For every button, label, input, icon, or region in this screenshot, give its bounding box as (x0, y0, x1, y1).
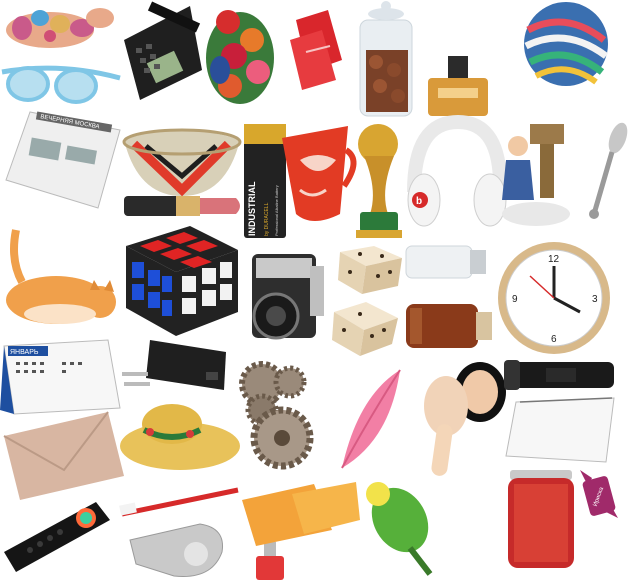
headphones-logo: b (416, 196, 422, 207)
perfume (428, 56, 488, 116)
wall-clock: 12 3 6 9 (498, 242, 610, 354)
spoon (589, 122, 628, 219)
compact-powder (424, 362, 506, 476)
svg-text:3: 3 (592, 294, 598, 305)
brooch (6, 8, 114, 48)
flowers (206, 10, 274, 104)
charger (122, 340, 226, 390)
flashlight (504, 360, 614, 390)
collage-canvas: ВЕЧЕРНЯЯ МОСКВА INDUSTRIAL by DURACELL P… (0, 1, 628, 580)
vial (405, 245, 486, 279)
woven-basket (122, 128, 242, 197)
toothbrush (119, 487, 239, 517)
cookie-jar (359, 1, 413, 117)
red-cup (282, 126, 357, 221)
whistle (129, 523, 224, 577)
cat (6, 229, 116, 324)
newspaper: ВЕЧЕРНЯЯ МОСКВА (5, 111, 121, 209)
jam-jar (508, 470, 574, 568)
marble-ball (524, 2, 609, 86)
brown-bottle (406, 304, 492, 348)
rubiks-cube (126, 226, 238, 336)
object-collage: ВЕЧЕРНЯЯ МОСКВА INDUSTRIAL by DURACELL P… (0, 0, 628, 584)
sponge-cloths (242, 482, 360, 546)
feather (341, 369, 401, 469)
calendar-month: ЯНВАРЬ (10, 349, 39, 356)
desk-phone (124, 1, 202, 100)
dice (332, 246, 402, 356)
lipstick (124, 196, 240, 216)
figurine (502, 124, 570, 226)
gears (239, 361, 314, 470)
desk-calendar: ЯНВАРЬ (0, 339, 121, 415)
nail-polish (256, 542, 284, 580)
battery-subtitle: Professional Alkaline Battery (274, 185, 279, 236)
headphones: b (407, 114, 508, 227)
envelope (3, 411, 124, 500)
battery-brand: INDUSTRIAL (247, 181, 257, 236)
world-cup-trophy (356, 124, 402, 238)
battery: INDUSTRIAL by DURACELL Professional Alka… (244, 124, 286, 238)
svg-text:6: 6 (551, 334, 557, 345)
parakeet (366, 482, 433, 576)
battery-brand2: by DURACELL (264, 202, 270, 236)
notepad (505, 397, 615, 463)
red-cards (290, 10, 342, 90)
svg-text:9: 9 (512, 294, 518, 305)
svg-text:12: 12 (548, 254, 560, 265)
candy: Ириска (580, 470, 618, 518)
sunglasses (1, 65, 121, 104)
remote-control (4, 502, 110, 572)
straw-hat (120, 404, 240, 470)
camera (252, 254, 324, 340)
